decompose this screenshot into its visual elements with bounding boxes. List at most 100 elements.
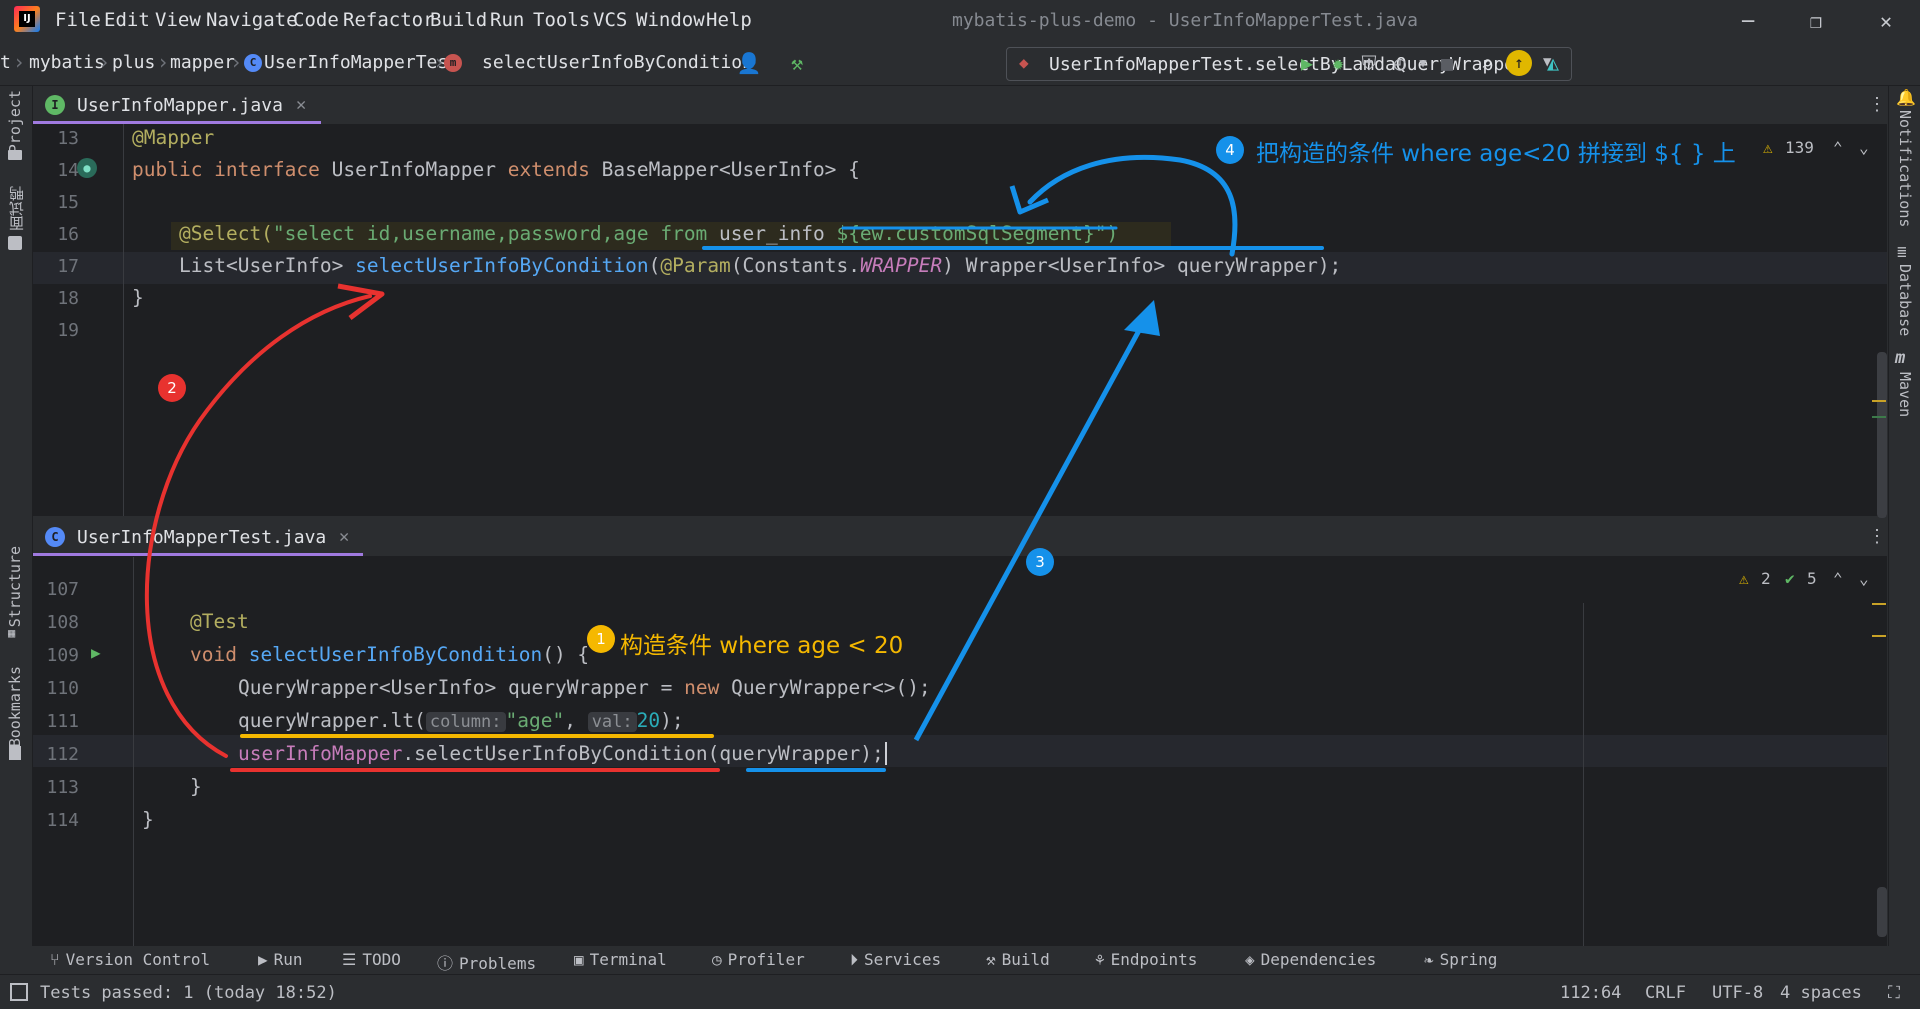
more-options-icon[interactable]: ⋮: [1868, 526, 1886, 547]
user-profile-icon[interactable]: 👤: [736, 50, 762, 76]
annotation-badge-3: 3: [1026, 548, 1054, 576]
intellij-logo-icon[interactable]: IJ: [14, 6, 40, 32]
problems-button[interactable]: ⓘ Problems: [437, 950, 536, 974]
tool-label: Build: [1001, 950, 1050, 969]
update-icon[interactable]: ↑: [1506, 50, 1532, 76]
run-tool-button[interactable]: ▶ Run: [258, 950, 303, 969]
prev-highlight-icon[interactable]: ⌃: [1833, 138, 1843, 157]
bookmarks-tool-button[interactable]: Bookmarks: [6, 666, 24, 747]
menu-refactor[interactable]: Refactor: [343, 9, 435, 31]
class-icon: C: [45, 527, 65, 547]
menu-tools[interactable]: Tools: [533, 9, 590, 31]
close-window-icon[interactable]: ✕: [1866, 6, 1906, 36]
terminal-button[interactable]: ▣ Terminal: [574, 950, 667, 969]
minimize-icon[interactable]: ─: [1728, 6, 1768, 36]
menu-navigate[interactable]: Navigate: [206, 9, 298, 31]
breadcrumb-root[interactable]: t: [0, 52, 11, 73]
line-separator[interactable]: CRLF: [1645, 983, 1686, 1003]
services-button[interactable]: ⏵ Services: [850, 950, 941, 970]
menu-build[interactable]: Build: [430, 9, 487, 31]
warning-icon[interactable]: ⚠: [1763, 138, 1773, 157]
closing-brace: }: [190, 775, 202, 798]
breadcrumb-plus[interactable]: plus: [112, 52, 155, 73]
restore-icon[interactable]: ❐: [1796, 6, 1836, 36]
database-tool-button[interactable]: Database: [1896, 264, 1914, 336]
build-hammer-icon[interactable]: ⚒: [784, 50, 810, 76]
sql-segment: ${ew.customSqlSegment}: [836, 222, 1095, 245]
sql-table: user_info: [719, 222, 837, 245]
gutter-divider: [123, 124, 124, 516]
run-test-icon[interactable]: ▶: [91, 643, 101, 662]
caret-position[interactable]: 112:64: [1560, 983, 1621, 1003]
menu-vcs[interactable]: VCS: [593, 9, 627, 31]
more-options-icon[interactable]: ⋮: [1868, 94, 1886, 115]
scrollbar[interactable]: [1877, 887, 1887, 937]
project-tool-button[interactable]: Project: [6, 90, 24, 153]
menu-window[interactable]: Window: [636, 9, 705, 31]
branch-icon: ⑂: [50, 950, 60, 969]
menu-code[interactable]: Code: [293, 9, 339, 31]
layout-toggle-icon[interactable]: [10, 983, 28, 1001]
scroll-marker: [1872, 635, 1886, 637]
structure-tool-button[interactable]: Structure: [6, 546, 24, 627]
breadcrumb-separator: ›: [230, 50, 243, 74]
indent-setting[interactable]: 4 spaces: [1780, 983, 1862, 1003]
number-literal: 20: [636, 709, 661, 732]
spring-button[interactable]: ❧ Spring: [1424, 950, 1497, 969]
lock-icon[interactable]: ⛶: [1888, 983, 1900, 1003]
prev-highlight-icon[interactable]: ⌃: [1833, 569, 1843, 588]
menu-edit[interactable]: Edit: [104, 9, 150, 31]
coverage-icon[interactable]: ⛨: [1356, 50, 1382, 76]
mybatis-gutter-icon[interactable]: ●: [77, 158, 97, 178]
check-count: 5: [1807, 569, 1817, 588]
annotation-badge-4: 4: [1216, 136, 1244, 164]
interview-tool-button[interactable]: 面试鸭: [6, 186, 27, 231]
chevron-down-icon[interactable]: ▼: [1410, 50, 1436, 76]
plugin-icon[interactable]: ◭: [1540, 50, 1566, 76]
top-editor-pane[interactable]: 13 14 ● 15 16 17 18 19 @Mapper public in…: [33, 124, 1887, 518]
debug-icon[interactable]: ✹: [1325, 50, 1351, 76]
code-line-17: List<UserInfo> selectUserInfoByCondition…: [179, 254, 1341, 277]
build-button[interactable]: ⚒ Build: [986, 950, 1050, 969]
breadcrumb-class[interactable]: UserInfoMapperTest: [264, 52, 459, 73]
todo-button[interactable]: ☰ TODO: [342, 950, 401, 969]
run-icon[interactable]: ▶: [1294, 50, 1320, 76]
annotation-badge-1: 1: [587, 625, 615, 653]
tab-userinfomappertest[interactable]: C UserInfoMapperTest.java ✕: [33, 518, 363, 556]
tool-window-bar: ⑂ Version Control ▶ Run ☰ TODO ⓘ Problems ▣ T…: [0, 946, 1920, 974]
parameter-hint: val:: [587, 712, 637, 732]
tool-label: Terminal: [589, 950, 667, 969]
next-highlight-icon[interactable]: ⌄: [1859, 138, 1869, 157]
file-encoding[interactable]: UTF-8: [1712, 983, 1763, 1003]
warning-icon[interactable]: ⚠: [1739, 569, 1749, 588]
status-message[interactable]: Tests passed: 1 (today 18:52): [40, 983, 337, 1003]
notifications-tool-button[interactable]: Notifications: [1896, 110, 1914, 227]
code-text: );: [660, 709, 684, 732]
dependencies-button[interactable]: ◈ Dependencies: [1245, 950, 1376, 969]
bottom-editor-pane[interactable]: 107 108 109 ▶ 110 111 112 113 114 @Test …: [33, 557, 1887, 946]
breadcrumb-mapper[interactable]: mapper: [170, 52, 235, 73]
search-icon[interactable]: ⌕: [1474, 50, 1500, 76]
endpoints-button[interactable]: ⚘ Endpoints: [1095, 950, 1197, 969]
tab-userinfomapper[interactable]: I UserInfoMapper.java ✕: [33, 86, 321, 124]
keyword: public interface: [132, 158, 332, 181]
mapper-annotation: @Mapper: [132, 126, 215, 149]
stop-icon[interactable]: ■: [1434, 50, 1460, 76]
version-control-button[interactable]: ⑂ Version Control: [50, 950, 210, 969]
annotation-badge-2: 2: [158, 374, 186, 402]
scrollbar[interactable]: [1877, 352, 1887, 518]
menu-view[interactable]: View: [155, 9, 201, 31]
close-tab-icon[interactable]: ✕: [296, 95, 306, 115]
close-tab-icon[interactable]: ✕: [339, 527, 349, 547]
maven-tool-button[interactable]: Maven: [1896, 372, 1914, 417]
breadcrumb-method[interactable]: selectUserInfoByCondition: [482, 52, 753, 73]
check-icon[interactable]: ✔: [1785, 569, 1795, 588]
menu-run[interactable]: Run: [490, 9, 524, 31]
menu-help[interactable]: Help: [706, 9, 752, 31]
tool-label: Services: [864, 950, 942, 969]
next-highlight-icon[interactable]: ⌄: [1859, 569, 1869, 588]
breadcrumb-mybatis[interactable]: mybatis: [29, 52, 105, 73]
profiler-button[interactable]: ◷ Profiler: [712, 950, 805, 969]
bottom-editor-tabbar: C UserInfoMapperTest.java ✕ ⋮: [33, 518, 1887, 557]
menu-file[interactable]: File: [55, 9, 101, 31]
